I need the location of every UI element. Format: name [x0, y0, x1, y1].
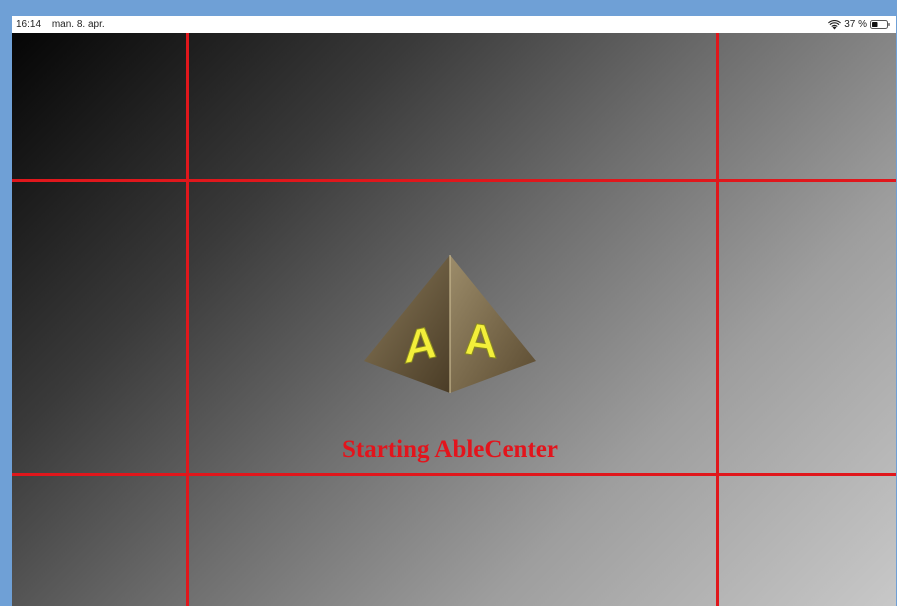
- app-screen: A A Starting AbleCenter: [12, 33, 896, 606]
- battery-percent: 37 %: [844, 19, 867, 30]
- grid-line-horizontal-1: [12, 179, 896, 182]
- logo-letter-right: A: [464, 312, 497, 368]
- loading-text: Starting AbleCenter: [342, 436, 558, 463]
- status-bar: 16:14 man. 8. apr. 37 %: [12, 16, 896, 33]
- grid-line-vertical-2: [716, 33, 719, 606]
- grid-line-horizontal-2: [12, 473, 896, 476]
- status-right: 37 %: [828, 16, 890, 33]
- device-frame: 16:14 man. 8. apr. 37 % A A Starting Abl…: [0, 0, 897, 606]
- logo-letter-left: A: [404, 315, 437, 373]
- status-date: man. 8. apr.: [51, 19, 105, 30]
- pyramid-logo-icon: A A: [364, 255, 536, 393]
- grid-line-vertical-1: [186, 33, 189, 606]
- status-left: 16:14 man. 8. apr.: [16, 16, 113, 33]
- status-time: 16:14: [16, 19, 42, 30]
- battery-icon: [870, 20, 890, 29]
- wifi-icon: [828, 19, 842, 29]
